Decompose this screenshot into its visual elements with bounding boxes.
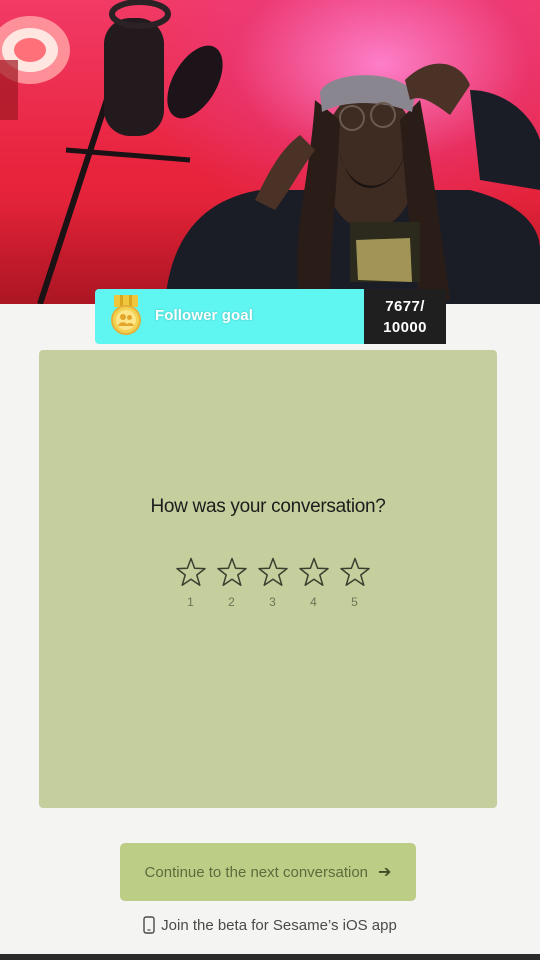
star-icon xyxy=(175,557,206,586)
stream-video xyxy=(0,0,540,304)
continue-button[interactable]: Continue to the next conversation ➔ xyxy=(120,843,416,901)
star-number: 4 xyxy=(310,595,317,609)
arrow-right-icon: ➔ xyxy=(378,864,392,881)
follower-goal-label: Follower goal xyxy=(155,307,253,324)
bottom-bar xyxy=(0,954,540,960)
video-scene xyxy=(0,0,540,304)
star-icon xyxy=(257,557,288,586)
streamer xyxy=(165,63,540,304)
star-icon xyxy=(339,557,370,586)
medal-icon xyxy=(111,295,141,335)
phone-icon xyxy=(143,916,155,934)
star-number: 1 xyxy=(187,595,194,609)
rating-question: How was your conversation? xyxy=(150,496,386,517)
follower-goal-count: 7677/ 10000 xyxy=(364,289,446,344)
ring-light xyxy=(0,16,70,120)
star-rating-2[interactable]: 2 xyxy=(211,556,252,616)
continue-button-label: Continue to the next conversation xyxy=(144,863,369,881)
ios-beta-link[interactable]: Join the beta for Sesame’s iOS app xyxy=(0,916,540,934)
follower-goal-bar: Follower goal xyxy=(95,289,364,344)
star-rating-4[interactable]: 4 xyxy=(293,556,334,616)
follower-goal-current: 7677/ xyxy=(385,297,425,315)
star-number: 5 xyxy=(351,595,358,609)
star-icon xyxy=(216,557,247,586)
follower-goal-target: 10000 xyxy=(383,318,427,336)
star-rating-5[interactable]: 5 xyxy=(334,556,375,616)
star-number: 2 xyxy=(228,595,235,609)
ios-beta-link-label: Join the beta for Sesame’s iOS app xyxy=(161,916,397,934)
star-rating: 1 2 3 4 5 xyxy=(170,556,375,616)
follower-goal-widget: Follower goal 7677/ 10000 xyxy=(95,289,446,344)
star-number: 3 xyxy=(269,595,276,609)
star-rating-1[interactable]: 1 xyxy=(170,556,211,616)
star-icon xyxy=(298,557,329,586)
star-rating-3[interactable]: 3 xyxy=(252,556,293,616)
